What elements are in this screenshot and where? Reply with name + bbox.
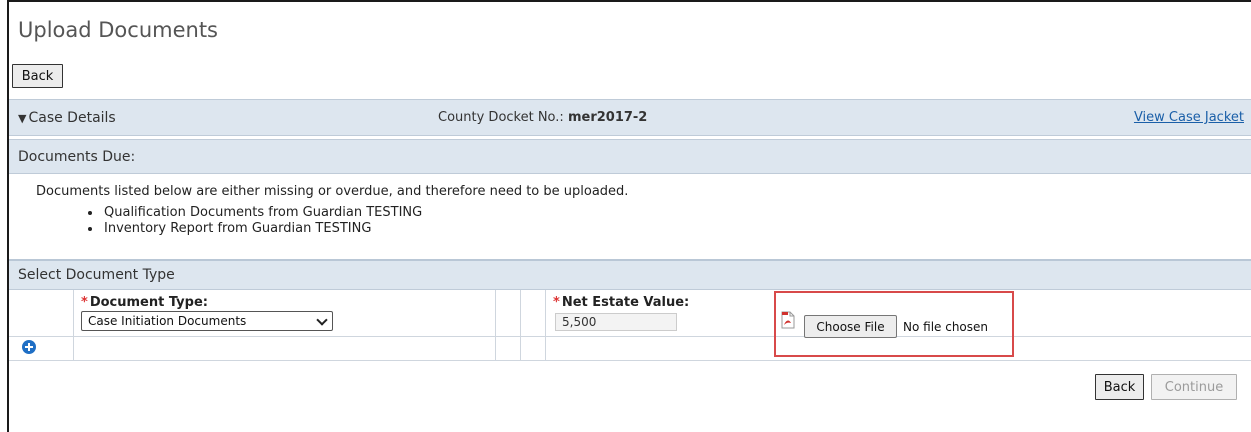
document-type-value: Case Initiation Documents — [88, 314, 247, 328]
chevron-down-icon — [316, 314, 328, 326]
required-marker: * — [81, 295, 88, 310]
column-divider — [520, 290, 521, 361]
case-details-label: Case Details — [28, 110, 116, 126]
column-divider — [495, 290, 496, 361]
select-document-type-bar: Select Document Type — [9, 259, 1251, 290]
case-details-toggle[interactable]: ▼ Case Details — [18, 110, 116, 126]
documents-due-list: Qualification Documents from Guardian TE… — [84, 205, 422, 237]
docket-label: County Docket No.: — [438, 110, 564, 125]
continue-button[interactable]: Continue — [1151, 374, 1237, 400]
case-details-bar[interactable]: ▼ Case Details County Docket No.: mer2017… — [9, 99, 1251, 136]
docket-value: mer2017-2 — [567, 110, 648, 125]
choose-file-button[interactable]: Choose File — [804, 315, 897, 338]
document-type-select[interactable]: Case Initiation Documents — [81, 311, 333, 331]
list-item: Inventory Report from Guardian TESTING — [84, 221, 422, 237]
documents-due-bar: Documents Due: — [9, 139, 1251, 174]
row-divider — [9, 336, 1251, 337]
document-type-label: * Document Type: — [81, 295, 208, 310]
documents-due-message: Documents listed below are either missin… — [36, 184, 629, 199]
required-marker: * — [553, 295, 560, 310]
documents-due-label: Documents Due: — [18, 149, 136, 165]
net-estate-label-text: Net Estate Value: — [561, 295, 690, 310]
row-divider — [9, 360, 1251, 361]
net-estate-label: * Net Estate Value: — [553, 295, 689, 310]
page-title: Upload Documents — [18, 18, 218, 42]
pdf-icon — [781, 311, 795, 329]
document-type-grid: * Document Type: Case Initiation Document… — [9, 290, 1251, 361]
column-divider — [73, 290, 74, 361]
no-file-chosen-text: No file chosen — [903, 320, 989, 334]
plus-circle-icon[interactable] — [22, 340, 36, 354]
file-upload-area: Choose File No file chosen — [774, 291, 1014, 357]
triangle-down-icon: ▼ — [18, 112, 27, 125]
column-divider — [545, 290, 546, 361]
document-type-label-text: Document Type: — [89, 295, 208, 310]
list-item: Qualification Documents from Guardian TE… — [84, 205, 422, 221]
view-case-jacket-link[interactable]: View Case Jacket — [1134, 110, 1244, 125]
county-docket: County Docket No.: mer2017-2 — [438, 110, 647, 125]
net-estate-value-field[interactable]: 5,500 — [555, 313, 677, 331]
back-button-bottom[interactable]: Back — [1095, 374, 1144, 400]
select-document-type-label: Select Document Type — [18, 267, 175, 283]
back-button-top[interactable]: Back — [12, 64, 63, 88]
